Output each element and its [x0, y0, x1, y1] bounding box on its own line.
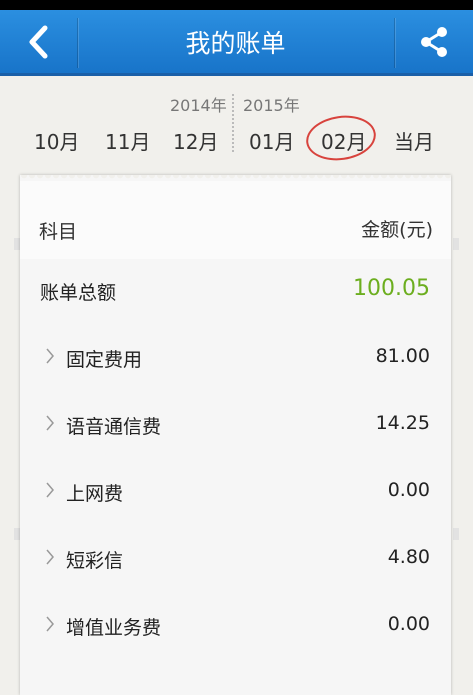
bill-item-row[interactable]: 上网费 0.00 [20, 460, 451, 527]
bill-card: 科目 金额(元) 账单总额 100.05 固定费用 81.00 语音通信费 14… [20, 175, 451, 695]
chevron-right-icon [46, 348, 54, 364]
bill-item-row[interactable]: 语音通信费 14.25 [20, 393, 451, 460]
total-value: 100.05 [353, 276, 430, 301]
bill-item-value: 14.25 [375, 412, 430, 434]
bill-item-label: 固定费用 [66, 349, 143, 371]
year-label-2015: 2015年 [243, 96, 300, 115]
bill-item-label: 增值业务费 [66, 617, 162, 639]
bill-total-row: 账单总额 100.05 [20, 259, 451, 326]
chevron-right-icon [46, 616, 54, 632]
year-divider [232, 94, 234, 152]
column-amount: 金额(元) [361, 219, 433, 241]
chevron-right-icon [46, 482, 54, 498]
share-button[interactable] [395, 10, 473, 73]
chevron-right-icon [46, 415, 54, 431]
total-label: 账单总额 [40, 282, 117, 304]
month-tab-dec[interactable]: 12月 [173, 126, 218, 155]
month-tab-jan[interactable]: 01月 [249, 126, 294, 155]
bill-table-header: 科目 金额(元) [20, 181, 451, 259]
chevron-right-icon [46, 549, 54, 565]
bill-item-label: 上网费 [66, 483, 124, 505]
status-bar [0, 0, 473, 10]
bill-item-label: 语音通信费 [66, 416, 162, 438]
month-tab-current[interactable]: 当月 [394, 126, 434, 155]
bill-item-value: 0.00 [387, 479, 430, 501]
bill-item-row[interactable]: 短彩信 4.80 [20, 527, 451, 594]
year-label-2014: 2014年 [170, 96, 227, 115]
month-tab-feb[interactable]: 02月 [321, 126, 366, 155]
page-title: 我的账单 [185, 28, 286, 58]
month-selector: 2014年 2015年 10月 11月 12月 01月 02月 当月 [0, 80, 473, 170]
month-tab-nov[interactable]: 11月 [105, 126, 150, 155]
card-edge-mark [453, 238, 459, 250]
app-header: 我的账单 [0, 10, 473, 76]
month-tab-oct[interactable]: 10月 [34, 126, 79, 155]
bill-item-row[interactable]: 增值业务费 0.00 [20, 594, 451, 661]
bill-item-value: 81.00 [375, 345, 430, 367]
bill-item-value: 0.00 [387, 613, 430, 635]
share-icon [421, 26, 447, 57]
chevron-left-icon [29, 25, 48, 58]
card-edge-mark [453, 528, 459, 540]
bill-item-label: 短彩信 [66, 550, 124, 572]
back-button[interactable] [0, 10, 76, 73]
column-subject: 科目 [39, 221, 78, 243]
bill-item-value: 4.80 [387, 546, 430, 568]
bill-item-row[interactable]: 固定费用 81.00 [20, 326, 451, 393]
